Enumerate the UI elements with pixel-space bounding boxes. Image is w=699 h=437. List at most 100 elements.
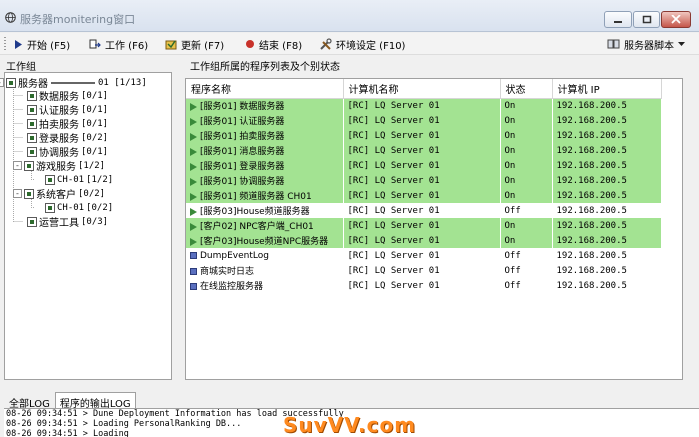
cell-computer: [RC] LQ Server 01 <box>343 263 500 278</box>
cell-ip: 192.168.200.5 <box>552 113 661 128</box>
cell-text: 192.168.200.5 <box>556 175 627 186</box>
cell-text: 192.168.200.5 <box>556 115 627 126</box>
tree-checkbox[interactable] <box>45 174 55 185</box>
cell-computer: [RC] LQ Server 01 <box>343 98 500 113</box>
tree-item[interactable]: 运营工具 [0/3] <box>27 215 108 229</box>
column-header-program[interactable]: 程序名称 <box>186 79 344 99</box>
cell-computer: [RC] LQ Server 01 <box>343 173 500 188</box>
table-row[interactable]: [服务01] 认证服务器 [RC] LQ Server 01 On 192.168.2… <box>186 113 661 128</box>
tree-item[interactable]: 数据服务 [0/1] <box>27 89 108 103</box>
cell-status: On <box>500 173 552 188</box>
cell-text: On <box>504 190 516 201</box>
tree-item-count: [1/2] <box>86 174 114 185</box>
toolbar-grip[interactable] <box>4 37 6 51</box>
tree-toggle-icon[interactable]: - <box>13 161 22 170</box>
tree-checkbox[interactable] <box>27 90 37 101</box>
table-row[interactable]: [客户03]House频道NPC服务器 [RC] LQ Server 01 On 19… <box>186 233 661 248</box>
minimize-button[interactable] <box>604 11 632 28</box>
cell-text: [RC] LQ Server 01 <box>347 265 440 276</box>
table-row[interactable]: [服务01] 消息服务器 [RC] LQ Server 01 On 192.168.2… <box>186 143 661 158</box>
cell-ip: 192.168.200.5 <box>552 98 661 113</box>
cell-text: 192.168.200.5 <box>556 130 627 141</box>
table-row[interactable]: [客户02] NPC客户端_CH01 [RC] LQ Server 01 On 192… <box>186 218 661 233</box>
table-row[interactable]: [服务01] 频道服务器 CH01 [RC] LQ Server 01 On 192.… <box>186 188 661 203</box>
tree-item[interactable]: - 系统客户 [0/2] <box>13 187 106 201</box>
cell-name: [服务01] 登录服务器 <box>186 158 343 173</box>
tree-checkbox[interactable] <box>27 104 37 115</box>
tab-program-output-log[interactable]: 程序的输出LOG <box>54 392 136 410</box>
cell-status: On <box>500 188 552 203</box>
cell-computer: [RC] LQ Server 01 <box>343 143 500 158</box>
close-button[interactable] <box>661 11 691 28</box>
tree-item[interactable]: 协调服务 [0/1] <box>27 145 109 159</box>
cell-name: [服务01] 协调服务器 <box>186 173 343 188</box>
cell-computer: [RC] LQ Server 01 <box>343 248 500 263</box>
update-button[interactable]: 更新 (F7) <box>165 37 224 52</box>
column-header-ip[interactable]: 计算机 IP <box>552 79 662 99</box>
tree-checkbox[interactable] <box>27 132 37 143</box>
cell-text: On <box>504 115 516 126</box>
tree-toggle-icon[interactable]: - <box>0 78 4 87</box>
cell-ip: 192.168.200.5 <box>552 143 661 158</box>
tree-item-count: [0/2] <box>86 202 114 213</box>
column-header-status[interactable]: 状态 <box>500 79 553 99</box>
tree-item[interactable]: 登录服务 [0/2] <box>27 131 108 145</box>
table-row[interactable]: [服务01] 拍卖服务器 [RC] LQ Server 01 On 192.168.2… <box>186 128 661 143</box>
start-button[interactable]: 开始 (F5) <box>14 37 70 52</box>
tree-checkbox[interactable] <box>6 77 16 88</box>
tree-item-count: [0/1] <box>81 104 109 115</box>
table-row[interactable]: 在线监控服务器 [RC] LQ Server 01 Off 192.168.200.5 <box>186 278 661 293</box>
cell-text: [RC] LQ Server 01 <box>347 235 440 246</box>
tree-item-count: [1/2] <box>78 160 106 171</box>
tree-checkbox[interactable] <box>27 118 37 129</box>
running-play-icon <box>190 132 197 141</box>
tree-checkbox[interactable] <box>45 202 55 213</box>
tree-item-label: 协调服务 <box>39 148 79 159</box>
table-row[interactable]: [服务03]House频道服务器 [RC] LQ Server 01 Off 192.… <box>186 203 661 218</box>
tree-checkbox[interactable] <box>27 216 37 227</box>
tree-item-label: 运营工具 <box>39 218 79 229</box>
table-row[interactable]: DumpEventLog [RC] LQ Server 01 Off 192.168.… <box>186 248 661 263</box>
tools-icon <box>320 38 332 50</box>
cell-ip: 192.168.200.5 <box>552 218 661 233</box>
cell-text: 192.168.200.5 <box>556 250 627 261</box>
cell-text: 192.168.200.5 <box>556 205 627 216</box>
tab-all-log[interactable]: 全部LOG <box>4 392 55 410</box>
tree-checkbox[interactable] <box>24 160 34 171</box>
cell-status: On <box>500 233 552 248</box>
table-row[interactable]: 商城实时日志 [RC] LQ Server 01 Off 192.168.200.5 <box>186 263 661 278</box>
cell-text: [服务01] 认证服务器 <box>200 117 285 127</box>
column-header-computer[interactable]: 计算机名称 <box>343 79 501 99</box>
maximize-button[interactable] <box>633 11 660 28</box>
table-row[interactable]: [服务01] 协调服务器 [RC] LQ Server 01 On 192.168.2… <box>186 173 661 188</box>
tree-item-count: [0/2] <box>78 188 106 199</box>
tree-item[interactable]: 认证服务 [0/1] <box>27 103 109 117</box>
work-button[interactable]: 工作 (F6) <box>89 37 148 52</box>
tree-item[interactable]: CH-01 [0/2] <box>45 201 113 214</box>
cell-text: On <box>504 145 516 156</box>
cell-name: [服务03]House频道服务器 <box>186 203 343 218</box>
tree-checkbox[interactable] <box>27 146 37 157</box>
running-play-icon <box>190 117 197 126</box>
cell-text: [服务01] 频道服务器 CH01 <box>200 192 312 202</box>
settings-button[interactable]: 环境设定 (F10) <box>319 37 405 52</box>
tree-item[interactable]: - 游戏服务 [1/2] <box>13 159 106 173</box>
tree-checkbox[interactable] <box>24 188 34 199</box>
tree-item[interactable]: CH-01 [1/2] <box>45 173 113 186</box>
cell-text: [RC] LQ Server 01 <box>347 160 440 171</box>
table-row[interactable]: [服务01] 数据服务器 [RC] LQ Server 01 On 192.168.2… <box>186 98 661 113</box>
cell-ip: 192.168.200.5 <box>552 248 661 263</box>
tree-item[interactable]: 拍卖服务 [0/1] <box>27 117 108 131</box>
tree-item-count: [0/1] <box>81 146 109 157</box>
cell-ip: 192.168.200.5 <box>552 233 661 248</box>
program-list-title: 工作组所属的程序列表及个别状态 <box>190 62 340 73</box>
table-row[interactable]: [服务01] 登录服务器 [RC] LQ Server 01 On 192.168.2… <box>186 158 661 173</box>
end-button[interactable]: 结束 (F8) <box>245 37 302 52</box>
cell-status: Off <box>500 203 552 218</box>
tree-toggle-icon[interactable]: - <box>13 189 22 198</box>
cell-text: [RC] LQ Server 01 <box>347 175 440 186</box>
cell-status: Off <box>500 263 552 278</box>
cell-text: [RC] LQ Server 01 <box>347 145 440 156</box>
server-script-dropdown[interactable]: 服务器脚本 <box>607 37 685 52</box>
cell-ip: 192.168.200.5 <box>552 203 661 218</box>
